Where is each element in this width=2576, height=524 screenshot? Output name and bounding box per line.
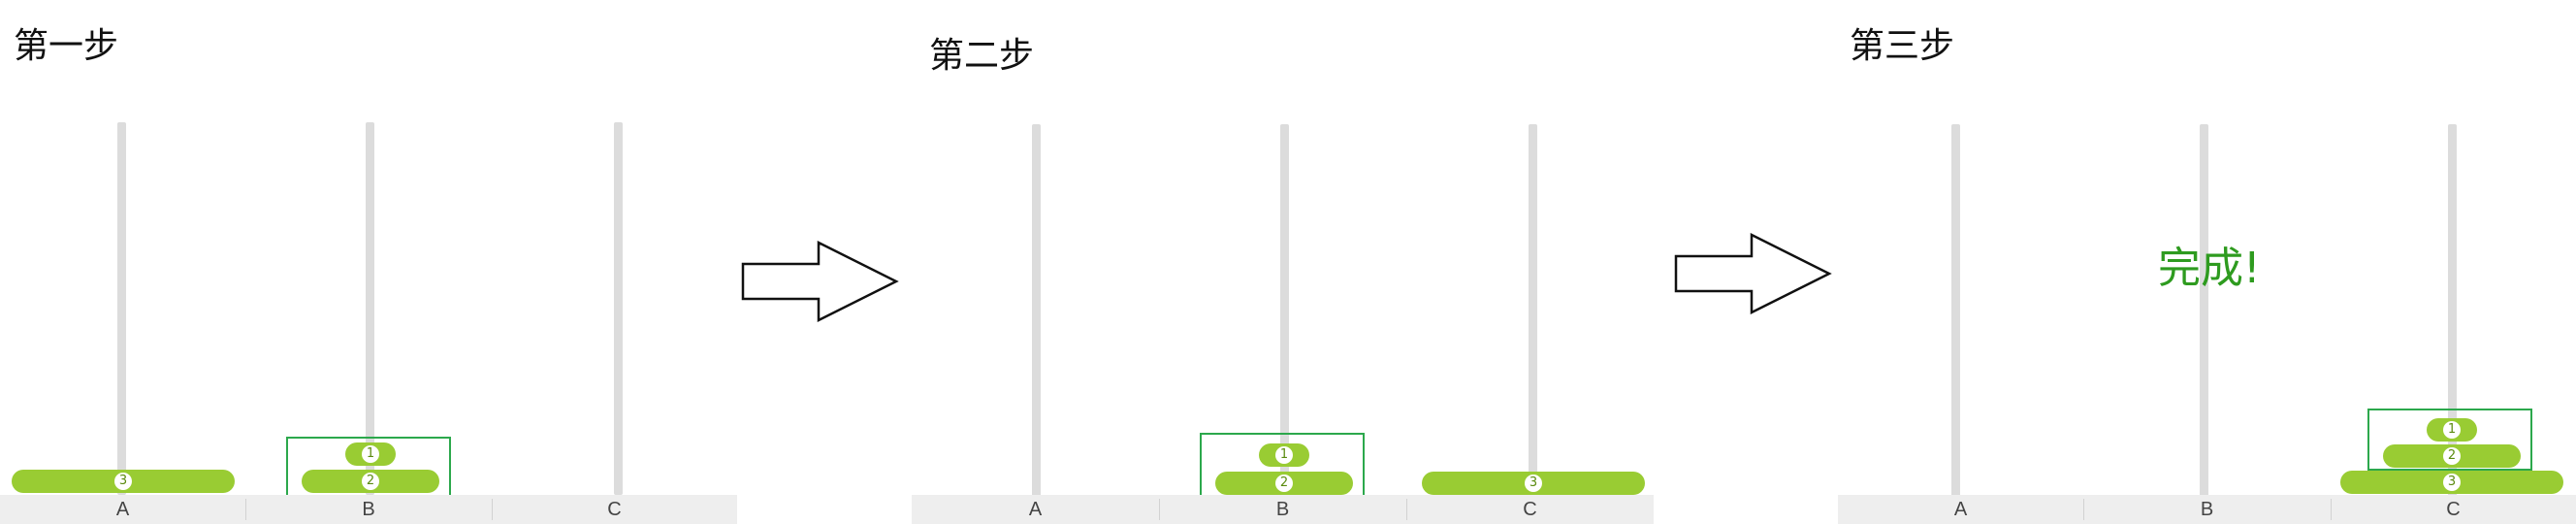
- disk-number: 3: [114, 473, 132, 490]
- step-1-title: 第一步: [14, 26, 119, 66]
- rod-label-c: C: [2446, 499, 2461, 520]
- rod-label-b: B: [362, 499, 375, 520]
- rod-label-c: C: [1523, 499, 1537, 520]
- highlight-box: [1200, 433, 1365, 501]
- rod-label-a: A: [1028, 499, 1043, 520]
- completion-message: 完成!: [2158, 244, 2261, 293]
- disk-number: 3: [1525, 475, 1542, 492]
- highlight-box: [286, 437, 451, 497]
- right-arrow-icon: [1674, 233, 1832, 314]
- disk-3[interactable]: 3: [2340, 471, 2563, 494]
- disk-number: 3: [2443, 474, 2461, 491]
- rod-a: [1032, 124, 1041, 497]
- rod-a: [117, 122, 126, 495]
- step-2-title: 第二步: [929, 36, 1035, 76]
- step-3-panel: 第三步 完成! 1 2 3 A B C: [1838, 0, 2576, 524]
- rod-label-b: B: [1275, 499, 1290, 520]
- rod-label-a: A: [1953, 499, 1968, 520]
- highlight-box: [2367, 409, 2532, 471]
- rod-label-b: B: [2200, 499, 2214, 520]
- rod-a: [1951, 124, 1960, 497]
- rod-c: [1529, 124, 1537, 497]
- rod-c: [614, 122, 623, 495]
- rod-b: [2200, 124, 2208, 497]
- step-3-title: 第三步: [1850, 26, 1955, 66]
- rod-label-a: A: [115, 499, 130, 520]
- step-2-panel: 第二步 1 2 3 A B C: [912, 0, 1654, 524]
- right-arrow-icon: [741, 241, 899, 322]
- step-1-panel: 第一步 3 1 2 A B C: [0, 0, 737, 524]
- disk-3[interactable]: 3: [1422, 472, 1645, 495]
- rod-label-c: C: [607, 499, 622, 520]
- disk-3[interactable]: 3: [12, 470, 235, 493]
